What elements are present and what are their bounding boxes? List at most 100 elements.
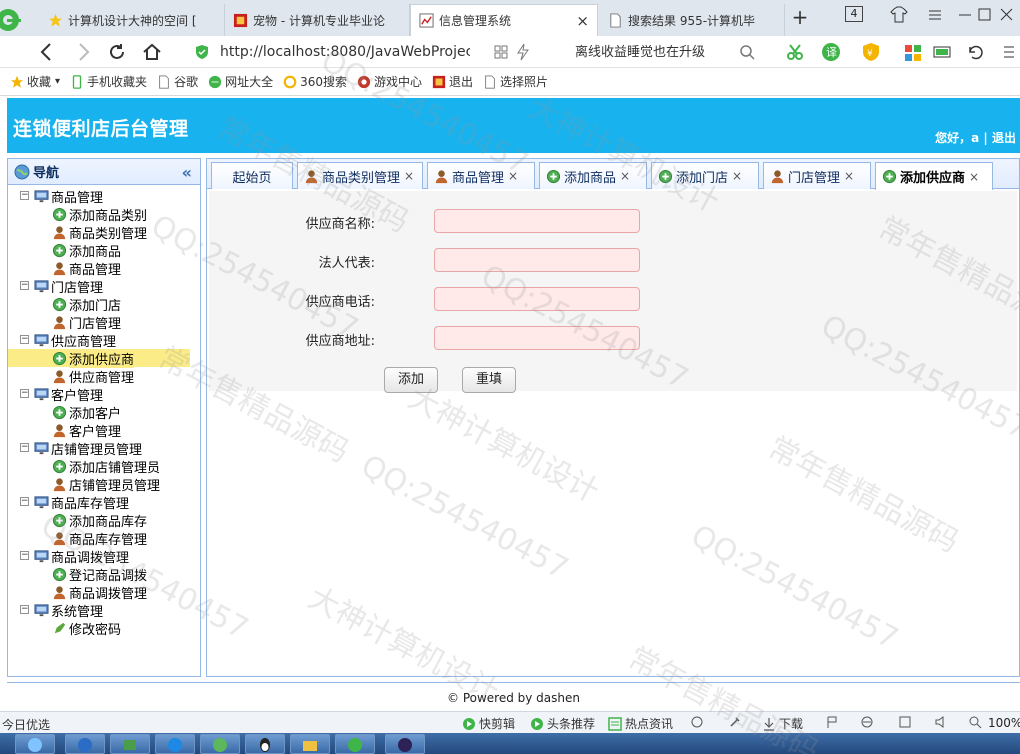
search-suggestion[interactable]: 离线收益睡觉也在升级: [575, 41, 745, 63]
tools-icon[interactable]: [728, 715, 742, 729]
tab-count-badge[interactable]: 4: [845, 6, 863, 22]
taskbar-app[interactable]: [155, 734, 195, 754]
taskbar-app[interactable]: [385, 734, 425, 754]
shield-icon[interactable]: ¥: [860, 41, 882, 63]
collapse-icon[interactable]: «: [182, 163, 192, 182]
content-tab[interactable]: 商品类别管理 ×: [297, 162, 423, 189]
close-tab-icon[interactable]: ×: [404, 169, 414, 183]
refresh-icon[interactable]: [690, 715, 704, 729]
address-bar[interactable]: http://localhost:8080/JavaWebProjec: [194, 39, 494, 65]
browser-tab[interactable]: 搜索结果 955-计算机毕: [600, 4, 785, 36]
apps-icon[interactable]: [902, 41, 924, 63]
collapse-toggle-icon[interactable]: −: [20, 389, 29, 398]
status-item[interactable]: 头条推荐: [530, 715, 595, 732]
start-button[interactable]: [15, 734, 55, 754]
translate-icon[interactable]: 译: [820, 41, 842, 63]
content-tab-active[interactable]: 添加供应商 ×: [875, 162, 993, 190]
refresh-icon[interactable]: [106, 41, 128, 63]
supplier-phone-input[interactable]: [434, 287, 640, 311]
supplier-address-input[interactable]: [434, 326, 640, 350]
bookmark-item[interactable]: 网址大全: [208, 73, 273, 90]
tree-group[interactable]: − 店铺管理员管理: [8, 439, 200, 458]
tree-item[interactable]: 商品类别管理: [8, 223, 200, 242]
bookmark-item[interactable]: 游戏中心: [357, 73, 422, 90]
tree-item[interactable]: 供应商管理: [8, 367, 200, 386]
tree-item[interactable]: 添加商品: [8, 241, 200, 260]
tree-item[interactable]: 客户管理: [8, 421, 200, 440]
status-download[interactable]: 下载: [762, 715, 803, 732]
collapse-toggle-icon[interactable]: −: [20, 191, 29, 200]
close-tab-icon[interactable]: ×: [508, 169, 518, 183]
content-tab[interactable]: 门店管理 ×: [763, 162, 871, 189]
reset-button[interactable]: 重填: [462, 367, 516, 393]
content-tab[interactable]: 商品管理 ×: [427, 162, 535, 189]
shirt-icon[interactable]: [886, 4, 912, 26]
home-icon[interactable]: [141, 41, 163, 63]
status-left-text[interactable]: 今日优选: [2, 716, 50, 733]
tree-item[interactable]: 修改密码: [8, 619, 200, 638]
bookmark-item[interactable]: 谷歌: [157, 73, 198, 90]
tree-group[interactable]: − 商品管理: [8, 187, 200, 206]
collapse-toggle-icon[interactable]: −: [20, 551, 29, 560]
tree-item[interactable]: 登记商品调拨: [8, 565, 200, 584]
tree-group[interactable]: − 门店管理: [8, 277, 200, 296]
bookmark-item[interactable]: 手机收藏夹: [70, 73, 147, 90]
browser-tab-active[interactable]: 信息管理系统 ×: [410, 4, 598, 36]
logout-link[interactable]: 退出: [992, 131, 1016, 145]
tree-item-selected[interactable]: 添加供应商: [8, 348, 190, 368]
tree-group[interactable]: − 系统管理: [8, 601, 200, 620]
tree-group[interactable]: − 客户管理: [8, 385, 200, 404]
bookmark-item[interactable]: 选择照片: [483, 73, 548, 90]
status-item[interactable]: 快剪辑: [462, 715, 515, 732]
battery-icon[interactable]: [932, 41, 954, 63]
bookmark-favorites[interactable]: 收藏 ▾: [10, 73, 60, 90]
ie-icon[interactable]: [860, 715, 874, 729]
tree-item[interactable]: 商品管理: [8, 259, 200, 278]
volume-icon[interactable]: [934, 715, 948, 729]
window-icon[interactable]: [898, 715, 912, 729]
status-item[interactable]: 热点资讯: [608, 715, 673, 732]
bookmark-item[interactable]: 360搜索: [283, 73, 347, 90]
bookmark-item[interactable]: 退出: [432, 73, 473, 90]
collapse-toggle-icon[interactable]: −: [20, 497, 29, 506]
tree-group[interactable]: − 商品库存管理: [8, 493, 200, 512]
more-icon[interactable]: [998, 41, 1020, 63]
supplier-name-input[interactable]: [434, 209, 640, 233]
close-tab-icon[interactable]: ×: [969, 170, 979, 184]
taskbar-app[interactable]: [110, 734, 150, 754]
close-tab-icon[interactable]: ×: [844, 169, 854, 183]
back-icon[interactable]: [36, 41, 58, 63]
zoom-level[interactable]: 100%: [988, 716, 1020, 730]
tree-item[interactable]: 门店管理: [8, 313, 200, 332]
lightning-icon[interactable]: [512, 41, 534, 63]
content-tab[interactable]: 起始页: [211, 162, 293, 189]
browser-tab[interactable]: 计算机设计大神的空间 [: [40, 4, 225, 36]
close-tab-icon[interactable]: ×: [620, 169, 630, 183]
tree-item[interactable]: 商品库存管理: [8, 529, 200, 548]
tree-item[interactable]: 添加商品库存: [8, 511, 200, 530]
scissors-icon[interactable]: [784, 41, 806, 63]
legal-representative-input[interactable]: [434, 248, 640, 272]
tree-item[interactable]: 添加商品类别: [8, 205, 200, 224]
content-tab[interactable]: 添加门店 ×: [651, 162, 759, 189]
forward-icon[interactable]: [72, 41, 94, 63]
taskbar-app[interactable]: [245, 734, 285, 754]
taskbar-app[interactable]: [65, 734, 105, 754]
taskbar-app[interactable]: [200, 734, 240, 754]
taskbar-app[interactable]: [290, 734, 330, 754]
grid-icon[interactable]: [490, 41, 512, 63]
flag-icon[interactable]: [825, 715, 839, 729]
search-icon[interactable]: [736, 41, 758, 63]
add-button[interactable]: 添加: [384, 367, 438, 393]
close-tab-icon[interactable]: ×: [732, 169, 742, 183]
new-tab-button[interactable]: +: [790, 6, 810, 30]
tree-item[interactable]: 添加客户: [8, 403, 200, 422]
tree-group[interactable]: − 供应商管理: [8, 331, 200, 350]
tree-item[interactable]: 店铺管理员管理: [8, 475, 200, 494]
tree-item[interactable]: 添加门店: [8, 295, 200, 314]
menu-icon[interactable]: [922, 4, 948, 26]
undo-icon[interactable]: [964, 41, 986, 63]
close-tab-icon[interactable]: ×: [576, 12, 589, 30]
collapse-toggle-icon[interactable]: −: [20, 335, 29, 344]
tree-item[interactable]: 添加店铺管理员: [8, 457, 200, 476]
